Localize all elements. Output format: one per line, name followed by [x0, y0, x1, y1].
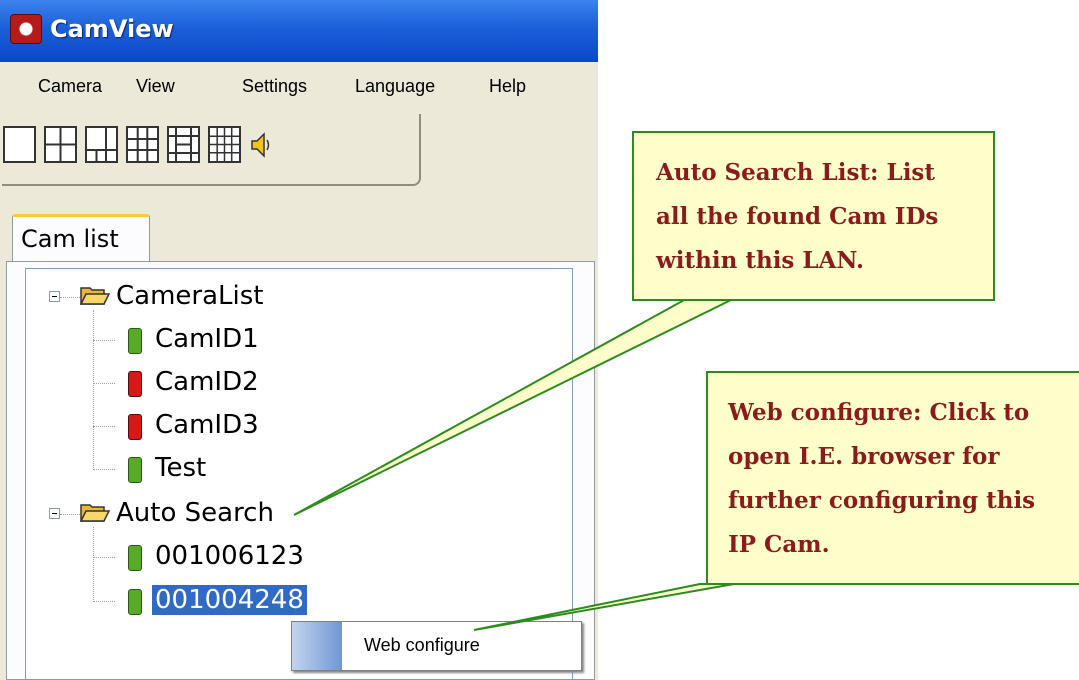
collapse-cameralist-icon[interactable] [49, 291, 60, 302]
tree-node-auto-search[interactable]: Auto Search [116, 498, 274, 528]
window-title: CamView [50, 15, 174, 43]
tree-node-camid3[interactable]: CamID3 [155, 410, 259, 440]
camera-online-icon [128, 589, 142, 615]
camera-offline-icon [128, 371, 142, 397]
callout-line: further configuring this [728, 487, 1036, 514]
tree-connector [93, 557, 115, 558]
tree-node-001006123[interactable]: 001006123 [155, 541, 304, 571]
callout-line: Web configure: Click to [728, 399, 1030, 426]
callout-line: IP Cam. [728, 531, 830, 558]
layout-1-icon[interactable] [3, 126, 36, 163]
menu-bar: Camera View Settings Language Help [0, 62, 598, 112]
tree-connector [93, 383, 115, 384]
tree-node-test[interactable]: Test [155, 453, 206, 483]
camview-app-icon [10, 14, 42, 44]
camera-offline-icon [128, 414, 142, 440]
camera-online-icon [128, 457, 142, 483]
tab-cam-list-label: Cam list [21, 225, 119, 253]
layout-16-icon[interactable] [208, 126, 241, 163]
callout-line: open I.E. browser for [728, 443, 1000, 470]
camera-online-icon [128, 328, 142, 354]
tree-node-cameralist[interactable]: CameraList [116, 281, 263, 311]
tree-connector [93, 469, 115, 470]
speaker-icon[interactable] [250, 130, 272, 160]
layout-13-icon[interactable] [167, 126, 200, 163]
callout-line: all the found Cam IDs [656, 203, 939, 230]
menu-language[interactable]: Language [355, 76, 435, 97]
tab-cam-list[interactable]: Cam list [12, 214, 150, 262]
auto-search-callout-text: Auto Search List: List all the found Cam… [656, 151, 938, 283]
context-menu: Web configure [291, 621, 582, 671]
tree-node-camid2[interactable]: CamID2 [155, 367, 259, 397]
web-configure-callout: Web configure: Click to open I.E. browse… [706, 371, 1079, 585]
open-folder-icon [79, 284, 111, 308]
callout-line: Auto Search List: List [656, 159, 935, 186]
web-configure-callout-text: Web configure: Click to open I.E. browse… [728, 391, 1035, 567]
callout-line: within this LAN. [656, 247, 864, 274]
tree-connector [93, 310, 94, 470]
camera-tree[interactable] [25, 268, 573, 680]
tree-connector [93, 426, 115, 427]
title-bar[interactable]: CamView [0, 0, 598, 62]
menu-item-web-configure[interactable]: Web configure [364, 635, 480, 656]
collapse-auto-search-icon[interactable] [49, 508, 60, 519]
tree-connector [93, 601, 115, 602]
auto-search-callout: Auto Search List: List all the found Cam… [632, 131, 995, 301]
tree-node-camid1[interactable]: CamID1 [155, 324, 259, 354]
menu-camera[interactable]: Camera [38, 76, 102, 97]
camera-online-icon [128, 545, 142, 571]
tree-node-001004248-selected[interactable]: 001004248 [152, 585, 307, 615]
open-folder-icon [79, 501, 111, 525]
tree-connector [60, 514, 82, 515]
menu-settings[interactable]: Settings [242, 76, 307, 97]
menu-help[interactable]: Help [489, 76, 526, 97]
tree-connector [93, 527, 94, 602]
camview-window: CamView Camera View Settings Language He… [0, 0, 598, 680]
tree-connector [60, 297, 82, 298]
tree-connector [93, 340, 115, 341]
context-menu-icon-strip [292, 622, 342, 670]
layout-9-icon[interactable] [126, 126, 159, 163]
layout-6-icon[interactable] [85, 126, 118, 163]
layout-4-icon[interactable] [44, 126, 77, 163]
menu-view[interactable]: View [136, 76, 175, 97]
